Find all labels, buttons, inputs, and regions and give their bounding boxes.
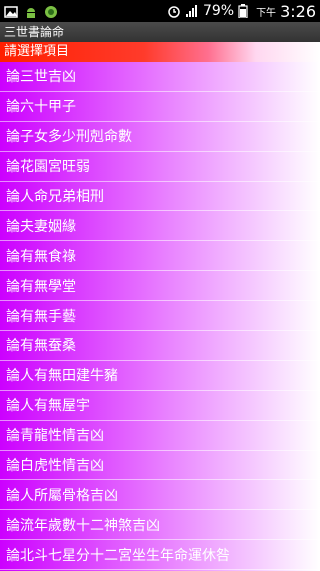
- list-item[interactable]: 論流年歲數十二神煞吉凶: [0, 510, 320, 541]
- list-item[interactable]: 論六十甲子: [0, 92, 320, 122]
- status-left-icons: [4, 4, 58, 18]
- list-item[interactable]: 論人命兄弟相刑: [0, 182, 320, 212]
- menu-list: 論三世吉凶 論六十甲子 論子女多少刑剋命數 論花園宮旺弱 論人命兄弟相刑 論夫妻…: [0, 62, 320, 571]
- list-item[interactable]: 論三世吉凶: [0, 62, 320, 92]
- list-item[interactable]: 論有無手藝: [0, 301, 320, 332]
- list-item[interactable]: 論有無食祿: [0, 241, 320, 272]
- list-item[interactable]: 論青龍性情吉凶: [0, 421, 320, 451]
- list-item[interactable]: 論夫妻姻緣: [0, 211, 320, 242]
- list-item[interactable]: 論白虎性情吉凶: [0, 451, 320, 481]
- battery-percent: 79%: [202, 3, 235, 19]
- app-title: 三世書論命: [4, 25, 65, 39]
- list-item[interactable]: 論子女多少刑剋命數: [0, 122, 320, 152]
- list-item-label: 論人命兄弟相刑: [6, 189, 104, 205]
- list-item-label: 論人有無田建牛豬: [6, 368, 118, 385]
- list-item-label: 論有無學堂: [6, 278, 76, 295]
- list-item-label: 論夫妻姻緣: [6, 218, 76, 235]
- status-bar: 79% 下午 3:26: [0, 0, 320, 22]
- list-item[interactable]: 論花園宮旺弱: [0, 152, 320, 182]
- list-item-label: 論花園宮旺弱: [6, 159, 90, 176]
- list-item-label: 論人有無屋宇: [6, 398, 90, 415]
- clock: 3:26: [280, 1, 316, 21]
- list-item-label: 論北斗七星分十二宮坐生年命運休咎: [6, 547, 230, 564]
- list-item-label: 論有無食祿: [6, 248, 76, 265]
- app-icon: [44, 4, 58, 18]
- image-icon: [4, 4, 18, 18]
- list-item[interactable]: 論有無蚕桑: [0, 331, 320, 361]
- list-item[interactable]: 論人有無田建牛豬: [0, 361, 320, 391]
- list-item-label: 論六十甲子: [6, 99, 76, 116]
- signal-icon: [185, 4, 199, 18]
- list-item-label: 論子女多少刑剋命數: [6, 129, 132, 146]
- battery-icon: [238, 4, 252, 19]
- list-item-label: 論三世吉凶: [6, 69, 76, 86]
- list-item-label: 論流年歲數十二神煞吉凶: [6, 517, 160, 534]
- list-item-label: 論青龍性情吉凶: [6, 428, 104, 445]
- am-pm: 下午: [256, 7, 277, 19]
- list-item-label: 論有無手藝: [6, 308, 76, 325]
- list-header-label: 請選擇項目: [4, 44, 70, 59]
- list-item-label: 論人所屬骨格吉凶: [6, 487, 118, 504]
- android-icon: [24, 4, 38, 18]
- list-header: 請選擇項目: [0, 42, 320, 62]
- list-item-label: 論白虎性情吉凶: [6, 458, 104, 475]
- app-title-bar: 三世書論命: [0, 22, 320, 42]
- alarm-icon: [167, 4, 181, 18]
- list-item[interactable]: 論北斗七星分十二宮坐生年命運休咎: [0, 540, 320, 571]
- status-right-icons: 79% 下午 3:26: [167, 2, 316, 21]
- list-item[interactable]: 論人有無屋宇: [0, 391, 320, 421]
- list-item-label: 論有無蚕桑: [6, 338, 76, 355]
- list-item[interactable]: 論人所屬骨格吉凶: [0, 480, 320, 511]
- list-item[interactable]: 論有無學堂: [0, 271, 320, 302]
